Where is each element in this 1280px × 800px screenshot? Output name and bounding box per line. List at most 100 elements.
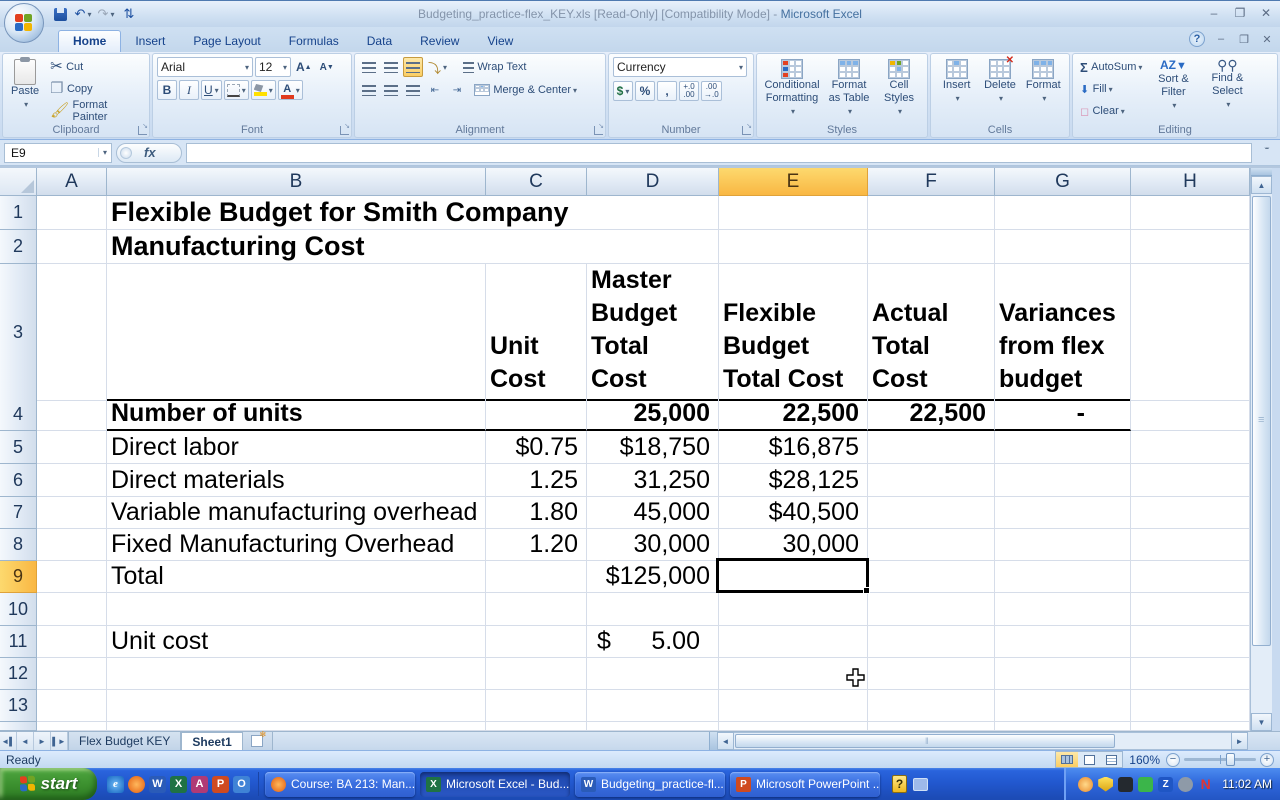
workbook-restore-icon[interactable]: ❐ <box>1237 33 1251 46</box>
cell-a7[interactable] <box>37 497 107 529</box>
firefox-icon[interactable] <box>128 775 145 793</box>
tray-shield-icon[interactable] <box>1098 776 1114 792</box>
cell-g7[interactable] <box>995 497 1131 529</box>
internet-explorer-icon[interactable]: e <box>107 775 124 793</box>
cell-c11[interactable] <box>486 626 587 658</box>
format-painter-button[interactable]: 🖌 Format Painter <box>47 99 145 123</box>
cell-f8[interactable] <box>868 529 995 561</box>
prev-sheet-icon[interactable]: ◄ <box>17 732 34 750</box>
scroll-down-icon[interactable]: ▼ <box>1251 713 1272 731</box>
vertical-scroll-thumb[interactable] <box>1252 196 1271 646</box>
sheet-tab-flex-budget-key[interactable]: Flex Budget KEY <box>68 732 182 750</box>
underline-button[interactable]: U ▾ <box>201 80 222 100</box>
cell-a11[interactable] <box>37 626 107 658</box>
page-break-view-icon[interactable] <box>1100 752 1122 767</box>
font-dialog-launcher-icon[interactable] <box>340 122 350 135</box>
undo-icon[interactable]: ↶ ▾ <box>73 5 93 24</box>
workbook-minimize-icon[interactable]: – <box>1214 33 1228 45</box>
cell-d6[interactable]: 31,250 <box>587 464 719 497</box>
cell-d8[interactable]: 30,000 <box>587 529 719 561</box>
insert-cells-button[interactable]: Insert ▾ <box>935 57 978 107</box>
tab-view[interactable]: View <box>473 31 527 52</box>
scroll-left-icon[interactable]: ◄ <box>717 732 734 750</box>
cell-a9[interactable] <box>37 561 107 593</box>
cell-d7[interactable]: 45,000 <box>587 497 719 529</box>
cell-h9[interactable] <box>1131 561 1250 593</box>
cell-e11[interactable] <box>719 626 868 658</box>
bold-button[interactable]: B <box>157 80 177 100</box>
horizontal-scrollbar[interactable] <box>734 732 1231 750</box>
select-all-corner[interactable] <box>0 168 37 196</box>
cell-b1[interactable]: Flexible Budget for Smith Company <box>107 196 719 230</box>
cell-c7[interactable]: 1.80 <box>486 497 587 529</box>
cell-d9[interactable]: $125,000 <box>587 561 719 593</box>
percent-icon[interactable]: % <box>635 81 655 101</box>
row-header-1[interactable]: 1 <box>0 196 37 230</box>
formula-input[interactable] <box>186 142 1252 163</box>
cell-f12[interactable] <box>868 658 995 690</box>
cell-f2[interactable] <box>868 230 995 264</box>
insert-function-button[interactable]: fx <box>116 142 182 163</box>
cell-h8[interactable] <box>1131 529 1250 561</box>
grow-font-icon[interactable]: A ▲ <box>293 57 315 77</box>
cell-e4[interactable]: 22,500 <box>719 398 868 431</box>
tab-review[interactable]: Review <box>406 31 473 52</box>
cell-a1[interactable] <box>37 196 107 230</box>
column-header-c[interactable]: C <box>486 168 587 196</box>
zoom-slider-thumb[interactable] <box>1226 753 1235 766</box>
normal-view-icon[interactable] <box>1056 752 1079 767</box>
cell-a4[interactable] <box>37 398 107 431</box>
scroll-up-icon[interactable]: ▲ <box>1251 176 1272 194</box>
office-button[interactable] <box>4 3 44 43</box>
cell-c9[interactable] <box>486 561 587 593</box>
format-cells-button[interactable]: Format ▾ <box>1022 57 1065 107</box>
cell-g11[interactable] <box>995 626 1131 658</box>
cell-b13[interactable] <box>107 690 486 722</box>
delete-cells-button[interactable]: ✕ Delete ▾ <box>978 55 1021 107</box>
vertical-split-handle[interactable] <box>1251 168 1272 176</box>
cell-h4[interactable] <box>1131 398 1250 431</box>
number-format-select[interactable]: Currency ▾ <box>613 57 747 77</box>
align-middle-icon[interactable] <box>381 57 401 77</box>
cell-h5[interactable] <box>1131 431 1250 464</box>
first-sheet-icon[interactable]: ◄▌ <box>0 732 17 750</box>
tray-tool-icon[interactable] <box>1118 776 1134 792</box>
vertical-scrollbar[interactable]: ▲ ▼ <box>1250 168 1272 731</box>
merge-center-button[interactable]: Merge & Center ▾ <box>471 80 580 100</box>
row-header-7[interactable]: 7 <box>0 497 37 529</box>
row-header-4[interactable]: 4 <box>0 398 37 431</box>
expand-formula-bar-icon[interactable]: ˇˇ <box>1256 143 1276 163</box>
display-settings-icon[interactable] <box>913 777 928 791</box>
cell-g5[interactable] <box>995 431 1131 464</box>
cell-g2[interactable] <box>995 230 1131 264</box>
cell-h7[interactable] <box>1131 497 1250 529</box>
cell-c10[interactable] <box>486 593 587 626</box>
cell-h12[interactable] <box>1131 658 1250 690</box>
cell-c4[interactable] <box>486 398 587 431</box>
zoom-out-icon[interactable]: − <box>1166 752 1180 767</box>
last-sheet-icon[interactable]: ▌► <box>51 732 68 750</box>
excel-icon[interactable]: X <box>170 775 187 793</box>
cell-g1[interactable] <box>995 196 1131 230</box>
sheet-tab-sheet1[interactable]: Sheet1 <box>181 732 243 750</box>
cell-g6[interactable] <box>995 464 1131 497</box>
row-header-2[interactable]: 2 <box>0 230 37 264</box>
column-header-d[interactable]: D <box>587 168 719 196</box>
cell-d3[interactable]: Master Budget Total Cost <box>587 264 719 401</box>
cell-f3[interactable]: Actual Total Cost <box>868 264 995 401</box>
cell-f1[interactable] <box>868 196 995 230</box>
cell-c13[interactable] <box>486 690 587 722</box>
cell-b9[interactable]: Total <box>107 561 486 593</box>
row-header-13[interactable]: 13 <box>0 690 37 722</box>
autosum-button[interactable]: Σ AutoSum ▾ <box>1077 57 1145 77</box>
redo-icon[interactable]: ↷ ▾ <box>96 5 116 24</box>
powerpoint-icon[interactable]: P <box>212 775 229 793</box>
align-left-icon[interactable] <box>359 80 379 100</box>
cell-h10[interactable] <box>1131 593 1250 626</box>
fill-handle[interactable] <box>863 587 870 594</box>
name-box[interactable]: E9 ▾ <box>4 142 112 163</box>
task-word-budgeting[interactable]: W Budgeting_practice-fl... <box>575 771 725 797</box>
cell-e5[interactable]: $16,875 <box>719 431 868 464</box>
increase-decimal-icon[interactable]: +.0.00 <box>679 81 699 101</box>
copy-button[interactable]: ❐ Copy <box>47 79 145 99</box>
